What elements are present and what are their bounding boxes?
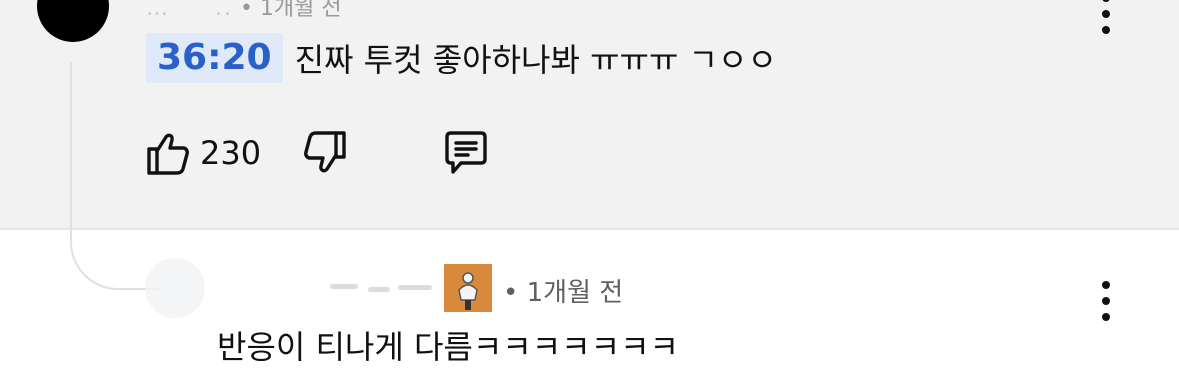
comment-text: 진짜 투컷 좋아하나봐 ㅠㅠㅠ ㄱㅇㅇ [294, 41, 777, 79]
like-count: 230 [200, 134, 262, 172]
member-badge-icon [444, 264, 492, 312]
reply-avatar[interactable] [145, 258, 205, 318]
reply-author-name-obscured[interactable] [330, 276, 440, 298]
reply-text: 반응이 티나게 다름ㅋㅋㅋㅋㅋㅋㅋ [217, 328, 679, 366]
comment-meta: … .. • 1개월 전 [146, 0, 342, 22]
reply-icon[interactable] [441, 128, 491, 178]
comment-divider [0, 228, 1179, 230]
comment-body: 36:20 진짜 투컷 좋아하나봐 ㅠㅠㅠ ㄱㅇㅇ [146, 33, 777, 83]
author-name-obscured[interactable]: … .. [146, 0, 233, 21]
comment-actions: 230 [142, 128, 491, 178]
thumbs-up-icon[interactable] [142, 128, 192, 178]
comment-time: • 1개월 전 [239, 0, 342, 21]
timestamp-link[interactable]: 36:20 [146, 33, 283, 83]
reply-more-options-icon[interactable] [1099, 281, 1113, 321]
reply-time: • 1개월 전 [503, 278, 624, 308]
thumbs-down-icon[interactable] [301, 128, 351, 178]
more-options-icon[interactable] [1099, 0, 1113, 34]
